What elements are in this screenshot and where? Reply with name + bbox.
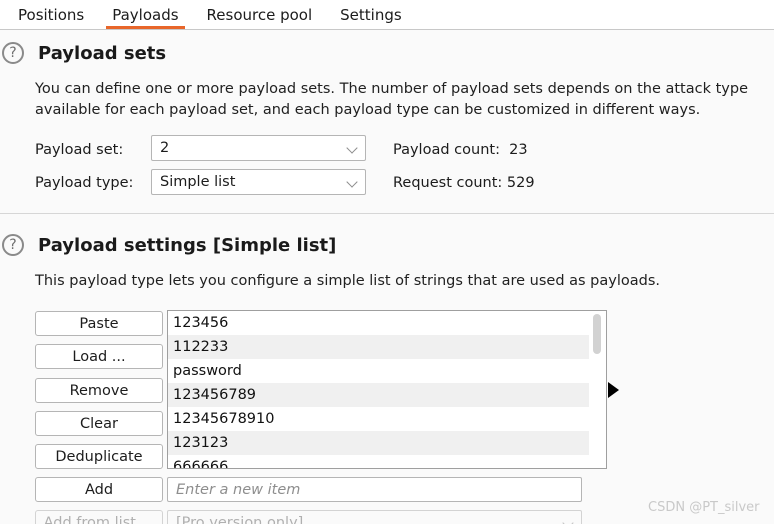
section-divider bbox=[0, 213, 774, 214]
payload-list[interactable]: 123456 112233 password 123456789 1234567… bbox=[167, 310, 607, 469]
new-item-placeholder: Enter a new item bbox=[176, 481, 301, 498]
tab-resource-pool-label: Resource pool bbox=[206, 6, 313, 24]
list-item[interactable]: 112233 bbox=[168, 335, 589, 359]
payload-sets-header: ? Payload sets bbox=[2, 42, 166, 64]
remove-button-label: Remove bbox=[69, 382, 129, 399]
cursor-arrow-icon bbox=[608, 382, 619, 398]
payload-set-label: Payload set: bbox=[35, 142, 124, 158]
list-item[interactable]: 123456 bbox=[168, 311, 589, 335]
add-from-list-button: Add from list ... bbox=[35, 510, 163, 524]
list-item[interactable]: password bbox=[168, 359, 589, 383]
list-item[interactable]: 12345678910 bbox=[168, 407, 589, 431]
deduplicate-button-label: Deduplicate bbox=[55, 448, 143, 465]
paste-button[interactable]: Paste bbox=[35, 311, 163, 336]
tab-payloads-label: Payloads bbox=[112, 6, 179, 24]
payload-list-rows: 123456 112233 password 123456789 1234567… bbox=[168, 311, 589, 468]
load-button-label: Load ... bbox=[72, 348, 126, 365]
payload-list-scrollbar[interactable] bbox=[589, 311, 606, 468]
help-question-mark-icon[interactable]: ? bbox=[2, 234, 24, 256]
list-item[interactable]: 123456789 bbox=[168, 383, 589, 407]
request-count-label: Request count: bbox=[393, 175, 503, 191]
remove-button[interactable]: Remove bbox=[35, 378, 163, 403]
add-from-list-value: [Pro version only] bbox=[176, 514, 304, 524]
tab-positions[interactable]: Positions bbox=[4, 8, 98, 29]
list-item[interactable]: 666666 bbox=[168, 455, 589, 468]
tab-bar: Positions Payloads Resource pool Setting… bbox=[0, 0, 774, 30]
tab-positions-label: Positions bbox=[18, 6, 85, 24]
payload-set-dropdown[interactable]: 2 bbox=[151, 135, 366, 161]
chevron-down-icon bbox=[563, 517, 575, 524]
deduplicate-button[interactable]: Deduplicate bbox=[35, 444, 163, 469]
request-count-value: 529 bbox=[506, 175, 535, 191]
paste-button-label: Paste bbox=[79, 315, 119, 332]
request-count: Request count: 529 bbox=[393, 175, 535, 191]
payload-settings-description: This payload type lets you configure a s… bbox=[35, 273, 661, 289]
payload-set-value: 2 bbox=[160, 140, 170, 156]
payload-count: Payload count: 23 bbox=[393, 142, 528, 158]
add-button-label: Add bbox=[84, 481, 114, 498]
scrollbar-thumb[interactable] bbox=[593, 314, 601, 354]
new-item-input[interactable]: Enter a new item bbox=[167, 477, 582, 502]
load-button[interactable]: Load ... bbox=[35, 344, 163, 369]
tab-settings[interactable]: Settings bbox=[326, 8, 416, 29]
clear-button[interactable]: Clear bbox=[35, 411, 163, 436]
help-question-mark-icon[interactable]: ? bbox=[2, 42, 24, 64]
chevron-down-icon bbox=[347, 142, 359, 154]
tab-settings-label: Settings bbox=[340, 6, 402, 24]
clear-button-label: Clear bbox=[80, 415, 118, 432]
chevron-down-icon bbox=[347, 176, 359, 188]
payload-sets-title: Payload sets bbox=[38, 42, 167, 64]
payload-settings-title: Payload settings [Simple list] bbox=[38, 234, 337, 256]
payload-count-label: Payload count: bbox=[393, 142, 500, 158]
tab-payloads[interactable]: Payloads bbox=[98, 8, 192, 29]
watermark: CSDN @PT_silver bbox=[648, 500, 760, 515]
add-from-list-label: Add from list ... bbox=[43, 514, 155, 524]
tab-resource-pool[interactable]: Resource pool bbox=[193, 8, 327, 29]
payload-count-value: 23 bbox=[509, 142, 528, 158]
payload-sets-description: You can define one or more payload sets.… bbox=[35, 81, 748, 118]
add-button[interactable]: Add bbox=[35, 477, 163, 502]
burp-intruder-payloads-panel: Positions Payloads Resource pool Setting… bbox=[0, 0, 774, 524]
tab-active-underline bbox=[106, 26, 185, 29]
list-item[interactable]: 123123 bbox=[168, 431, 589, 455]
payload-settings-header: ? Payload settings [Simple list] bbox=[2, 234, 336, 256]
add-from-list-dropdown: [Pro version only] bbox=[167, 510, 582, 524]
payload-type-label: Payload type: bbox=[35, 175, 134, 191]
payload-type-dropdown[interactable]: Simple list bbox=[151, 169, 366, 195]
payload-type-value: Simple list bbox=[160, 174, 236, 190]
